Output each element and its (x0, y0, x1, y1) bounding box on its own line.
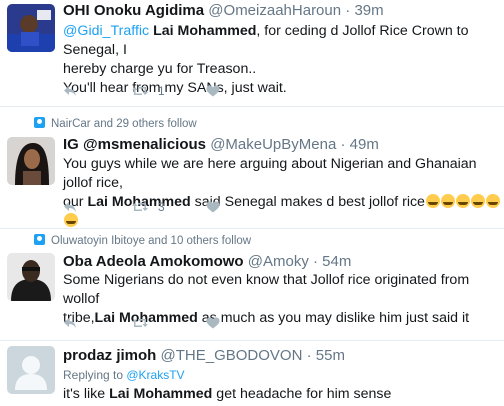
like-button[interactable] (206, 199, 220, 215)
emoji-icon (425, 194, 440, 208)
reply-icon (64, 202, 76, 212)
tweet-actions: 3 (63, 199, 363, 215)
mention-link[interactable]: @KraksTV (126, 368, 184, 382)
tweet-header: Oba Adeola Amokomowo @Amoky · 54m (63, 253, 352, 270)
highlight-term: Lai Mohammed (153, 23, 257, 39)
tweet-actions (63, 315, 363, 331)
retweet-button[interactable]: 3 (132, 199, 165, 215)
emoji-icon (470, 194, 485, 208)
emoji-icon (455, 194, 470, 208)
retweet-button[interactable] (132, 315, 148, 331)
author-name[interactable]: OHI Onoku Agidima (63, 2, 204, 19)
text-segment: it's like (63, 386, 110, 402)
like-icon (206, 85, 220, 97)
follow-context-icon (34, 234, 45, 245)
follow-context-text: NairCar and 29 others follow (51, 118, 197, 130)
like-button[interactable] (206, 315, 220, 331)
tweet-header: prodaz jimoh @THE_GBODOVON · 55m (63, 347, 345, 364)
tweet-time[interactable]: 55m (316, 347, 345, 364)
avatar[interactable] (7, 137, 55, 185)
author-handle[interactable]: @THE_GBODOVON (161, 347, 303, 364)
tweet-header: IG @msmenalicious @MakeUpByMena · 49m (63, 136, 379, 153)
follow-context[interactable]: NairCar and 29 others follow (34, 117, 197, 131)
emoji-icon (440, 194, 455, 208)
retweet-count: 3 (158, 200, 165, 214)
reply-button[interactable] (63, 315, 77, 331)
tweet-time[interactable]: 54m (322, 253, 351, 270)
text-segment: get headache for him sense (212, 386, 392, 402)
reply-prefix: Replying to (63, 368, 127, 382)
tweet-item[interactable]: OHI Onoku Agidima @OmeizaahHaroun · 39m … (0, 0, 504, 106)
tweet-text: it's like Lai Mohammed get headache for … (63, 385, 499, 404)
tweet-time[interactable]: 49m (350, 136, 379, 153)
retweet-count: 1 (158, 84, 165, 98)
reply-icon (64, 318, 76, 328)
avatar[interactable] (7, 4, 55, 52)
follow-context-text: Oluwatoyin Ibitoye and 10 others follow (51, 235, 252, 247)
tweet-item[interactable]: NairCar and 29 others follow IG @msmenal… (0, 107, 504, 227)
author-handle[interactable]: @OmeizaahHaroun (208, 2, 341, 19)
retweet-icon (132, 319, 148, 327)
like-icon (206, 201, 220, 213)
like-button[interactable] (206, 83, 220, 99)
retweet-button[interactable]: 1 (132, 83, 165, 99)
retweet-icon (132, 203, 148, 211)
text-segment: You guys while we are here arguing about… (63, 156, 477, 191)
tweet-item[interactable]: Oluwatoyin Ibitoye and 10 others follow … (0, 229, 504, 341)
author-handle[interactable]: @Amoky (248, 253, 309, 270)
emoji-icon (485, 194, 500, 208)
emoji-icon (64, 213, 78, 227)
avatar[interactable] (7, 253, 55, 301)
author-name[interactable]: Oba Adeola Amokomowo (63, 253, 244, 270)
author-name[interactable]: IG @msmenalicious (63, 136, 206, 153)
reply-button[interactable] (63, 83, 77, 99)
author-handle[interactable]: @MakeUpByMena (210, 136, 336, 153)
reply-button[interactable] (63, 199, 77, 215)
text-segment: hereby charge yu for Treason.. (63, 61, 257, 77)
author-name[interactable]: prodaz jimoh (63, 347, 156, 364)
tweet-actions: 1 (63, 83, 363, 99)
follow-context-icon (34, 117, 45, 128)
tweet-text: You guys while we are here arguing about… (63, 155, 503, 231)
tweet-time[interactable]: 39m (354, 2, 383, 19)
highlight-term: Lai Mohammed (109, 386, 213, 402)
reply-context: Replying to @KraksTV (63, 368, 185, 382)
avatar[interactable] (7, 346, 55, 394)
retweet-icon (132, 87, 148, 95)
reply-icon (64, 86, 76, 96)
like-icon (206, 317, 220, 329)
tweet-header: OHI Onoku Agidima @OmeizaahHaroun · 39m (63, 2, 384, 19)
tweet-item[interactable]: prodaz jimoh @THE_GBODOVON · 55m Replyin… (0, 341, 504, 406)
text-segment: Some Nigerians do not even know that Jol… (63, 272, 470, 307)
mention-link[interactable]: @Gidi_Traffic (63, 23, 149, 39)
follow-context[interactable]: Oluwatoyin Ibitoye and 10 others follow (34, 234, 251, 248)
